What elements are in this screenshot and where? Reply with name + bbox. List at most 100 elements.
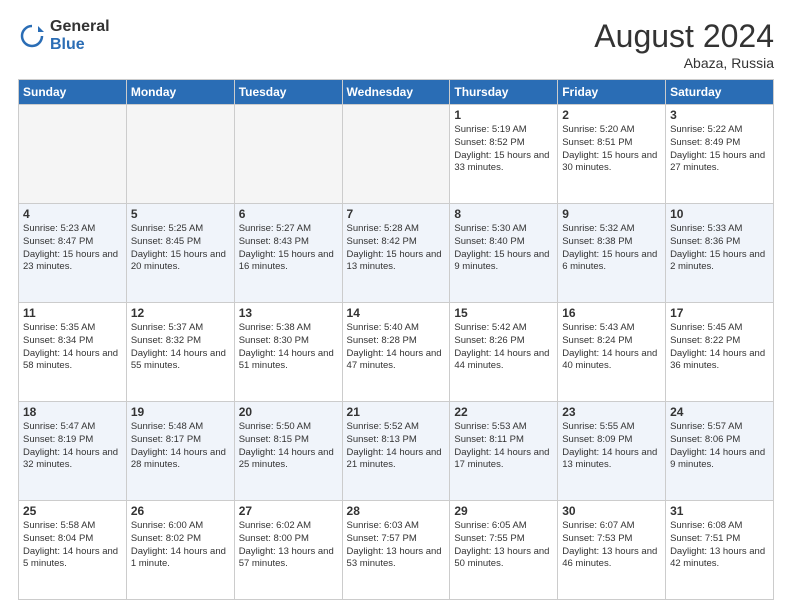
table-row: 25 Sunrise: 5:58 AMSunset: 8:04 PMDayligh…	[19, 501, 127, 600]
day-info: Sunrise: 5:27 AMSunset: 8:43 PMDaylight:…	[239, 223, 338, 274]
table-row: 7 Sunrise: 5:28 AMSunset: 8:42 PMDaylight…	[342, 204, 450, 303]
table-row: 29 Sunrise: 6:05 AMSunset: 7:55 PMDayligh…	[450, 501, 558, 600]
day-number: 6	[239, 207, 338, 221]
day-number: 23	[562, 405, 661, 419]
table-row: 10 Sunrise: 5:33 AMSunset: 8:36 PMDayligh…	[666, 204, 774, 303]
day-number: 10	[670, 207, 769, 221]
table-row: 13 Sunrise: 5:38 AMSunset: 8:30 PMDayligh…	[234, 303, 342, 402]
day-info: Sunrise: 5:20 AMSunset: 8:51 PMDaylight:…	[562, 124, 661, 175]
day-info: Sunrise: 5:22 AMSunset: 8:49 PMDaylight:…	[670, 124, 769, 175]
day-info: Sunrise: 5:35 AMSunset: 8:34 PMDaylight:…	[23, 322, 122, 373]
day-number: 5	[131, 207, 230, 221]
day-number: 1	[454, 108, 553, 122]
table-row: 5 Sunrise: 5:25 AMSunset: 8:45 PMDaylight…	[126, 204, 234, 303]
day-info: Sunrise: 5:58 AMSunset: 8:04 PMDaylight:…	[23, 520, 122, 571]
table-row: 30 Sunrise: 6:07 AMSunset: 7:53 PMDayligh…	[558, 501, 666, 600]
logo-blue-text: Blue	[50, 36, 110, 54]
day-number: 20	[239, 405, 338, 419]
table-row: 27 Sunrise: 6:02 AMSunset: 8:00 PMDayligh…	[234, 501, 342, 600]
logo-icon	[18, 22, 46, 50]
day-info: Sunrise: 5:23 AMSunset: 8:47 PMDaylight:…	[23, 223, 122, 274]
day-number: 2	[562, 108, 661, 122]
day-info: Sunrise: 6:05 AMSunset: 7:55 PMDaylight:…	[454, 520, 553, 571]
table-row: 1Sunrise: 5:19 AMSunset: 8:52 PMDaylight…	[450, 105, 558, 204]
calendar-week-row: 4Sunrise: 5:23 AMSunset: 8:47 PMDaylight…	[19, 204, 774, 303]
day-info: Sunrise: 5:53 AMSunset: 8:11 PMDaylight:…	[454, 421, 553, 472]
day-info: Sunrise: 5:57 AMSunset: 8:06 PMDaylight:…	[670, 421, 769, 472]
table-row	[126, 105, 234, 204]
calendar-week-row: 1Sunrise: 5:19 AMSunset: 8:52 PMDaylight…	[19, 105, 774, 204]
day-number: 17	[670, 306, 769, 320]
day-number: 22	[454, 405, 553, 419]
calendar-header-row: Sunday Monday Tuesday Wednesday Thursday…	[19, 80, 774, 105]
day-number: 9	[562, 207, 661, 221]
day-number: 19	[131, 405, 230, 419]
day-info: Sunrise: 6:07 AMSunset: 7:53 PMDaylight:…	[562, 520, 661, 571]
day-number: 25	[23, 504, 122, 518]
table-row: 2 Sunrise: 5:20 AMSunset: 8:51 PMDaylight…	[558, 105, 666, 204]
day-number: 21	[347, 405, 446, 419]
day-info: Sunrise: 5:37 AMSunset: 8:32 PMDaylight:…	[131, 322, 230, 373]
day-number: 27	[239, 504, 338, 518]
day-number: 24	[670, 405, 769, 419]
table-row: 14 Sunrise: 5:40 AMSunset: 8:28 PMDayligh…	[342, 303, 450, 402]
day-number: 11	[23, 306, 122, 320]
day-info: Sunrise: 5:48 AMSunset: 8:17 PMDaylight:…	[131, 421, 230, 472]
day-info: Sunrise: 5:28 AMSunset: 8:42 PMDaylight:…	[347, 223, 446, 274]
logo-general-text: General	[50, 18, 110, 36]
day-info: Sunrise: 6:00 AMSunset: 8:02 PMDaylight:…	[131, 520, 230, 571]
day-info: Sunrise: 5:52 AMSunset: 8:13 PMDaylight:…	[347, 421, 446, 472]
day-info: Sunrise: 5:40 AMSunset: 8:28 PMDaylight:…	[347, 322, 446, 373]
table-row: 8 Sunrise: 5:30 AMSunset: 8:40 PMDaylight…	[450, 204, 558, 303]
day-number: 13	[239, 306, 338, 320]
logo: General Blue	[18, 18, 110, 53]
table-row: 12 Sunrise: 5:37 AMSunset: 8:32 PMDayligh…	[126, 303, 234, 402]
day-info: Sunrise: 5:45 AMSunset: 8:22 PMDaylight:…	[670, 322, 769, 373]
col-tuesday: Tuesday	[234, 80, 342, 105]
table-row	[19, 105, 127, 204]
table-row: 21 Sunrise: 5:52 AMSunset: 8:13 PMDayligh…	[342, 402, 450, 501]
table-row: 9Sunrise: 5:32 AMSunset: 8:38 PMDaylight…	[558, 204, 666, 303]
table-row: 18 Sunrise: 5:47 AMSunset: 8:19 PMDayligh…	[19, 402, 127, 501]
col-saturday: Saturday	[666, 80, 774, 105]
day-number: 28	[347, 504, 446, 518]
table-row: 4Sunrise: 5:23 AMSunset: 8:47 PMDaylight…	[19, 204, 127, 303]
calendar-week-row: 11 Sunrise: 5:35 AMSunset: 8:34 PMDayligh…	[19, 303, 774, 402]
day-number: 8	[454, 207, 553, 221]
day-info: Sunrise: 6:02 AMSunset: 8:00 PMDaylight:…	[239, 520, 338, 571]
day-info: Sunrise: 6:08 AMSunset: 7:51 PMDaylight:…	[670, 520, 769, 571]
table-row: 23 Sunrise: 5:55 AMSunset: 8:09 PMDayligh…	[558, 402, 666, 501]
day-info: Sunrise: 5:47 AMSunset: 8:19 PMDaylight:…	[23, 421, 122, 472]
day-info: Sunrise: 5:38 AMSunset: 8:30 PMDaylight:…	[239, 322, 338, 373]
location: Abaza, Russia	[594, 55, 774, 71]
calendar-week-row: 18 Sunrise: 5:47 AMSunset: 8:19 PMDayligh…	[19, 402, 774, 501]
day-number: 3	[670, 108, 769, 122]
day-number: 12	[131, 306, 230, 320]
col-monday: Monday	[126, 80, 234, 105]
day-number: 26	[131, 504, 230, 518]
day-number: 18	[23, 405, 122, 419]
day-number: 15	[454, 306, 553, 320]
day-info: Sunrise: 5:43 AMSunset: 8:24 PMDaylight:…	[562, 322, 661, 373]
table-row: 20Sunrise: 5:50 AMSunset: 8:15 PMDayligh…	[234, 402, 342, 501]
day-number: 14	[347, 306, 446, 320]
table-row	[234, 105, 342, 204]
table-row: 17 Sunrise: 5:45 AMSunset: 8:22 PMDayligh…	[666, 303, 774, 402]
calendar-table: Sunday Monday Tuesday Wednesday Thursday…	[18, 79, 774, 600]
table-row: 19 Sunrise: 5:48 AMSunset: 8:17 PMDayligh…	[126, 402, 234, 501]
table-row: 15 Sunrise: 5:42 AMSunset: 8:26 PMDayligh…	[450, 303, 558, 402]
day-info: Sunrise: 5:42 AMSunset: 8:26 PMDaylight:…	[454, 322, 553, 373]
day-number: 30	[562, 504, 661, 518]
table-row: 6 Sunrise: 5:27 AMSunset: 8:43 PMDaylight…	[234, 204, 342, 303]
day-number: 29	[454, 504, 553, 518]
col-sunday: Sunday	[19, 80, 127, 105]
title-block: August 2024 Abaza, Russia	[594, 18, 774, 71]
calendar-week-row: 25 Sunrise: 5:58 AMSunset: 8:04 PMDayligh…	[19, 501, 774, 600]
day-number: 31	[670, 504, 769, 518]
day-info: Sunrise: 5:55 AMSunset: 8:09 PMDaylight:…	[562, 421, 661, 472]
day-number: 7	[347, 207, 446, 221]
day-info: Sunrise: 5:25 AMSunset: 8:45 PMDaylight:…	[131, 223, 230, 274]
day-info: Sunrise: 5:30 AMSunset: 8:40 PMDaylight:…	[454, 223, 553, 274]
table-row: 22 Sunrise: 5:53 AMSunset: 8:11 PMDayligh…	[450, 402, 558, 501]
day-info: Sunrise: 5:33 AMSunset: 8:36 PMDaylight:…	[670, 223, 769, 274]
